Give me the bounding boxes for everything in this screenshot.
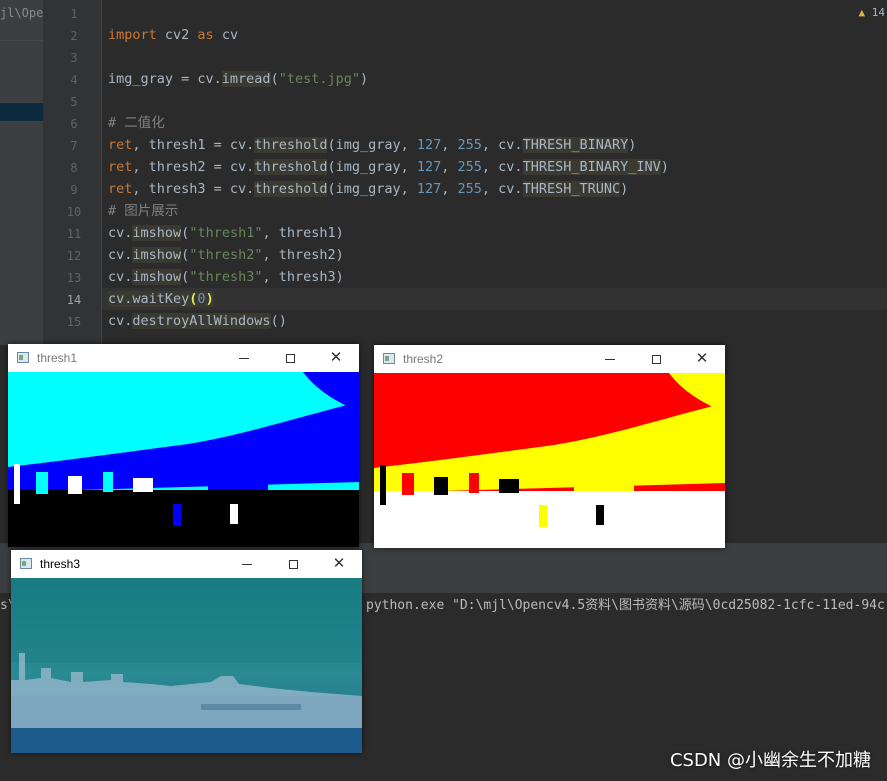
window-titlebar[interactable]: thresh2 ✕ xyxy=(374,345,725,373)
window-app-icon xyxy=(17,352,29,363)
maximize-icon xyxy=(288,559,298,569)
code-editor[interactable]: ▲ 14 import cv2 as cv img_gray = cv.imre… xyxy=(102,0,887,345)
minimize-icon xyxy=(239,357,249,359)
code-line-11[interactable]: cv.imshow("thresh1", thresh1) xyxy=(108,222,344,244)
window-title: thresh3 xyxy=(40,557,81,571)
line-number: 6 xyxy=(70,117,78,131)
close-button[interactable]: ✕ xyxy=(316,550,362,578)
line-number: 10 xyxy=(66,205,82,219)
maximize-icon xyxy=(651,354,661,364)
maximize-icon xyxy=(285,353,295,363)
code-line-6[interactable]: # 二值化 xyxy=(108,112,165,134)
code-line-4[interactable]: img_gray = cv.imread("test.jpg") xyxy=(108,68,368,90)
thresh2-building xyxy=(402,473,414,495)
line-number-gutter: 1 2 3 4 5 6 7 8 9 10 11 12 13 14 15 xyxy=(43,0,102,345)
close-icon: ✕ xyxy=(695,350,709,367)
image-thresh1 xyxy=(8,372,359,547)
code-line-15[interactable]: cv.destroyAllWindows() xyxy=(108,310,287,332)
minimize-button[interactable] xyxy=(587,345,633,373)
thresh1-ground xyxy=(8,490,359,547)
window-titlebar[interactable]: thresh3 ✕ xyxy=(11,550,362,578)
maximize-button[interactable] xyxy=(633,345,679,373)
thresh2-building xyxy=(499,479,519,493)
line-number: 15 xyxy=(66,315,82,329)
minimize-icon xyxy=(242,563,252,565)
close-icon: ✕ xyxy=(329,349,343,366)
minimize-icon xyxy=(605,358,615,360)
thresh1-building xyxy=(103,472,113,492)
window-titlebar[interactable]: thresh1 ✕ xyxy=(8,344,359,372)
code-line-12[interactable]: cv.imshow("thresh2", thresh2) xyxy=(108,244,344,266)
code-line-13[interactable]: cv.imshow("thresh3", thresh3) xyxy=(108,266,344,288)
minimize-button[interactable] xyxy=(221,344,267,372)
thresh2-ground xyxy=(374,491,725,548)
code-line-9[interactable]: ret, thresh3 = cv.threshold(img_gray, 12… xyxy=(108,178,628,200)
image-thresh3 xyxy=(11,578,362,753)
line-number: 12 xyxy=(66,249,82,263)
window-thresh3[interactable]: thresh3 ✕ xyxy=(11,550,362,753)
code-line-14[interactable]: cv.waitKey(0) xyxy=(108,288,214,310)
code-line-10[interactable]: # 图片展示 xyxy=(108,200,178,222)
project-path-crumb: jl\Open xyxy=(0,6,43,20)
line-number: 3 xyxy=(70,51,78,65)
warning-icon: ▲ xyxy=(858,6,866,19)
line-number: 8 xyxy=(70,161,78,175)
thresh2-building xyxy=(434,477,448,495)
code-line-8[interactable]: ret, thresh2 = cv.threshold(img_gray, 12… xyxy=(108,156,669,178)
line-number: 11 xyxy=(66,227,82,241)
window-thresh1[interactable]: thresh1 ✕ xyxy=(8,344,359,547)
thresh2-reflection xyxy=(596,505,604,525)
window-app-icon xyxy=(383,353,395,364)
window-app-icon xyxy=(20,558,32,569)
line-number: 7 xyxy=(70,139,78,153)
inspection-warnings[interactable]: ▲ 14 xyxy=(859,6,886,19)
line-number-current: 14 xyxy=(66,293,82,307)
thresh1-building xyxy=(133,478,153,492)
project-tree-selected-row[interactable] xyxy=(0,103,43,121)
thresh2-reflection xyxy=(539,505,547,527)
code-line-7[interactable]: ret, thresh1 = cv.threshold(img_gray, 12… xyxy=(108,134,636,156)
window-title: thresh1 xyxy=(37,351,78,365)
image-thresh2 xyxy=(374,373,725,548)
watermark: CSDN @小幽余生不加糖 xyxy=(669,750,871,771)
window-thresh2[interactable]: thresh2 ✕ xyxy=(374,345,725,548)
window-title: thresh2 xyxy=(403,352,444,366)
console-command: python.exe "D:\mjl\Opencv4.5资料\图书资料\源码\0… xyxy=(366,598,885,613)
thresh1-reflection xyxy=(230,504,238,524)
thresh3-tint xyxy=(11,578,362,663)
thresh2-building xyxy=(574,481,634,491)
minimize-button[interactable] xyxy=(224,550,270,578)
thresh2-building xyxy=(469,473,479,493)
code-line-2[interactable]: import cv2 as cv xyxy=(108,24,238,46)
thresh1-building xyxy=(36,472,48,494)
close-button[interactable]: ✕ xyxy=(679,345,725,373)
thresh2-tower xyxy=(380,465,386,505)
close-icon: ✕ xyxy=(332,555,346,572)
line-number: 1 xyxy=(70,7,78,21)
maximize-button[interactable] xyxy=(270,550,316,578)
thresh1-reflection xyxy=(173,504,181,526)
thresh1-building xyxy=(68,476,82,494)
line-number: 5 xyxy=(70,95,78,109)
close-button[interactable]: ✕ xyxy=(313,344,359,372)
line-number: 13 xyxy=(66,271,82,285)
maximize-button[interactable] xyxy=(267,344,313,372)
line-number: 2 xyxy=(70,29,78,43)
thresh1-tower xyxy=(14,464,20,504)
thresh3-pier xyxy=(201,704,301,710)
thresh1-building xyxy=(208,480,268,490)
current-line-highlight xyxy=(102,288,887,310)
tree-divider xyxy=(0,40,43,41)
line-number: 9 xyxy=(70,183,78,197)
warning-count: 14 xyxy=(871,6,885,19)
line-number: 4 xyxy=(70,73,78,87)
project-panel[interactable]: jl\Open xyxy=(0,0,43,345)
